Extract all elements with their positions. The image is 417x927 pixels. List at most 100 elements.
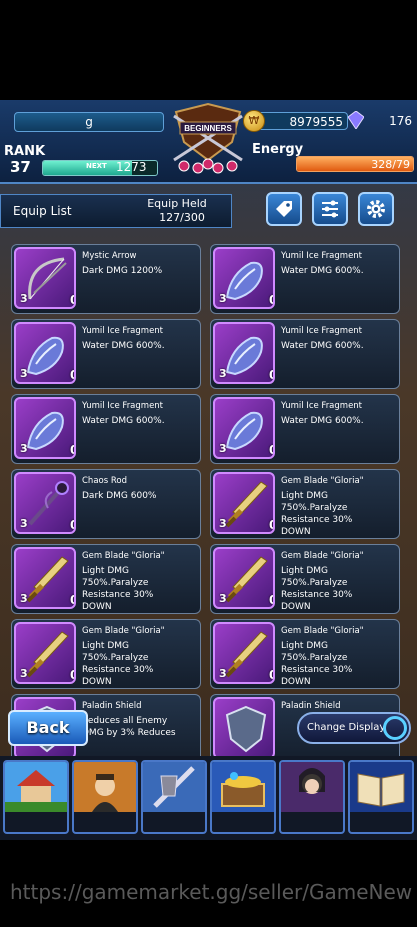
nav-label: Home xyxy=(67,812,69,828)
equipment-level: 3 xyxy=(219,517,227,530)
equipment-description: Light DMG 750%.Paralyze Resistance 30% D… xyxy=(281,641,353,687)
equipment-description: Light DMG 750%.Paralyze Resistance 30% D… xyxy=(281,566,353,612)
equipment-description: Light DMG 750%.Paralyze Resistance 30% D… xyxy=(82,566,154,612)
equip-toolbar: Equip List Equip Held 127/300 xyxy=(0,188,417,234)
equipment-name: Chaos Rod xyxy=(82,476,127,486)
equipment-name: Yumil Ice Fragment xyxy=(281,401,363,411)
equipment-description: Dark DMG 1200% xyxy=(82,266,163,276)
equipment-name: Gem Blade "Gloria" xyxy=(82,551,165,561)
lapis-gem-icon xyxy=(347,110,365,130)
equipment-card[interactable]: 30Yumil Ice FragmentWater DMG 600%. xyxy=(11,394,201,464)
equipment-thumbnail: 30 xyxy=(213,547,275,609)
equipment-thumbnail: 30 xyxy=(14,547,76,609)
equipment-count: 0 xyxy=(269,593,273,607)
equipment-count: 0 xyxy=(70,368,74,382)
equipment-name: Yumil Ice Fragment xyxy=(82,326,164,336)
equip-list-bar: Equip List Equip Held 127/300 xyxy=(0,194,232,228)
tag-button[interactable] xyxy=(266,192,302,226)
nav-item-shop[interactable]: Shop xyxy=(210,760,276,834)
rank-label: RANK xyxy=(4,144,46,159)
equipment-thumbnail: 30 xyxy=(14,472,76,534)
equipment-level: 3 xyxy=(219,592,227,605)
equipment-level: 3 xyxy=(20,667,28,680)
refresh-icon xyxy=(383,716,407,740)
equipment-thumbnail: 30 xyxy=(14,322,76,384)
nav-item-units[interactable]: Great Success Rate UP Units xyxy=(72,760,138,834)
next-label: NEXT xyxy=(86,162,107,170)
equipment-name: Paladin Shield xyxy=(82,701,142,711)
nav-item-equip[interactable]: Equip xyxy=(141,760,207,834)
equipment-card[interactable]: 30Gem Blade "Gloria"Light DMG 750%.Paral… xyxy=(11,619,201,689)
filter-button[interactable] xyxy=(312,192,348,226)
equipment-description: Dark DMG 600% xyxy=(82,491,157,501)
change-display-button[interactable]: Change Display xyxy=(297,712,411,744)
nav-item-home[interactable]: Home xyxy=(3,760,69,834)
back-button[interactable]: Back xyxy=(8,710,88,746)
equipment-description: Water DMG 600%. xyxy=(82,416,165,426)
equip-icon xyxy=(143,762,205,816)
filter-icon xyxy=(322,200,338,218)
nav-label: Menu xyxy=(412,812,414,828)
equipment-card[interactable]: 30Mystic ArrowDark DMG 1200% xyxy=(11,244,201,314)
equipment-level: 3 xyxy=(219,442,227,455)
equip-held-value: 127/300 xyxy=(159,211,205,224)
equipment-description: Reduces all Enemy DMG by 3% Reduces xyxy=(82,716,176,738)
equipment-card[interactable]: 30 Gem Blade "Gloria" Light DMG 750%.Paral… xyxy=(11,544,201,614)
house-icon xyxy=(5,762,67,816)
equipment-level: 3 xyxy=(20,367,28,380)
equipment-description: Light DMG 750%.Paralyze Resistance 30% D… xyxy=(281,491,353,537)
gear-icon xyxy=(367,200,385,218)
equipment-card[interactable]: 30Gem Blade "Gloria"Light DMG 750%.Paral… xyxy=(210,619,400,689)
tag-icon xyxy=(276,201,292,217)
treasure-icon xyxy=(212,762,274,816)
equipment-description: Water DMG 600%. xyxy=(281,416,364,426)
change-display-label: Change Display xyxy=(307,722,386,733)
equipment-count: 0 xyxy=(269,368,273,382)
equipment-card[interactable]: 3 0 Yumil Ice Fragment Water DMG 600%. xyxy=(210,394,400,464)
equipment-card[interactable]: 30Chaos RodDark DMG 600% xyxy=(11,469,201,539)
equipment-count: 0 xyxy=(269,668,273,682)
gem-value: 176 xyxy=(389,114,412,128)
equipment-thumbnail: 30 xyxy=(14,397,76,459)
nav-item-menu[interactable]: Menu xyxy=(348,760,414,834)
equipment-thumbnail: 30 xyxy=(14,247,76,309)
equipment-thumbnail: 30 xyxy=(14,622,76,684)
equipment-description: Water DMG 600%. xyxy=(281,341,364,351)
equipment-name: Gem Blade "Gloria" xyxy=(281,551,364,561)
beginners-crest[interactable]: BEGINNERS xyxy=(170,102,246,174)
equipment-name: Yumil Ice Fragment xyxy=(82,401,164,411)
equipment-name: Yumil Ice Fragment xyxy=(281,326,363,336)
equipment-count: 0 xyxy=(70,668,74,682)
settings-button[interactable] xyxy=(358,192,394,226)
equipment-description: Water DMG 600%. xyxy=(82,341,165,351)
equipment-count: 0 xyxy=(269,293,273,307)
equipment-thumbnail: 30 xyxy=(213,472,275,534)
equipment-level: 3 xyxy=(219,292,227,305)
next-exp: 1273 xyxy=(116,160,147,174)
energy-label: Energy xyxy=(252,142,304,157)
nav-badge: Crossover xyxy=(343,764,345,773)
equipment-description: Light DMG 750%.Paralyze Resistance 30% D… xyxy=(82,641,154,687)
equipment-level: 3 xyxy=(20,517,28,530)
book-icon xyxy=(350,762,412,816)
equipment-count: 0 xyxy=(70,443,74,457)
nav-item-summon[interactable]: Crossover Summon xyxy=(279,760,345,834)
nav-label: Equip xyxy=(205,812,207,828)
equipment-name: Yumil Ice Fragment xyxy=(281,251,363,261)
equipment-level: 3 xyxy=(219,367,227,380)
nav-label: Shop xyxy=(274,812,276,828)
equip-held-label: Equip Held xyxy=(147,197,207,210)
equipment-count: 0 xyxy=(269,443,273,457)
equipment-card[interactable]: 30Yumil Ice FragmentWater DMG 600%. xyxy=(210,244,400,314)
nav-label: Summon xyxy=(343,812,345,828)
gold-counter: 8979555 xyxy=(252,112,348,130)
equipment-count: 0 xyxy=(70,518,74,532)
equipment-thumbnail: 30 xyxy=(213,322,275,384)
crest-label: BEGINNERS xyxy=(184,124,232,133)
equipment-card[interactable]: 30Gem Blade "Gloria"Light DMG 750%.Paral… xyxy=(210,544,400,614)
equipment-card[interactable]: 30Yumil Ice FragmentWater DMG 600%. xyxy=(11,319,201,389)
equipment-card[interactable]: 30Yumil Ice FragmentWater DMG 600%. xyxy=(210,319,400,389)
equipment-level: 3 xyxy=(20,442,28,455)
player-name[interactable]: g xyxy=(14,112,164,132)
equipment-card[interactable]: 30Gem Blade "Gloria"Light DMG 750%.Paral… xyxy=(210,469,400,539)
